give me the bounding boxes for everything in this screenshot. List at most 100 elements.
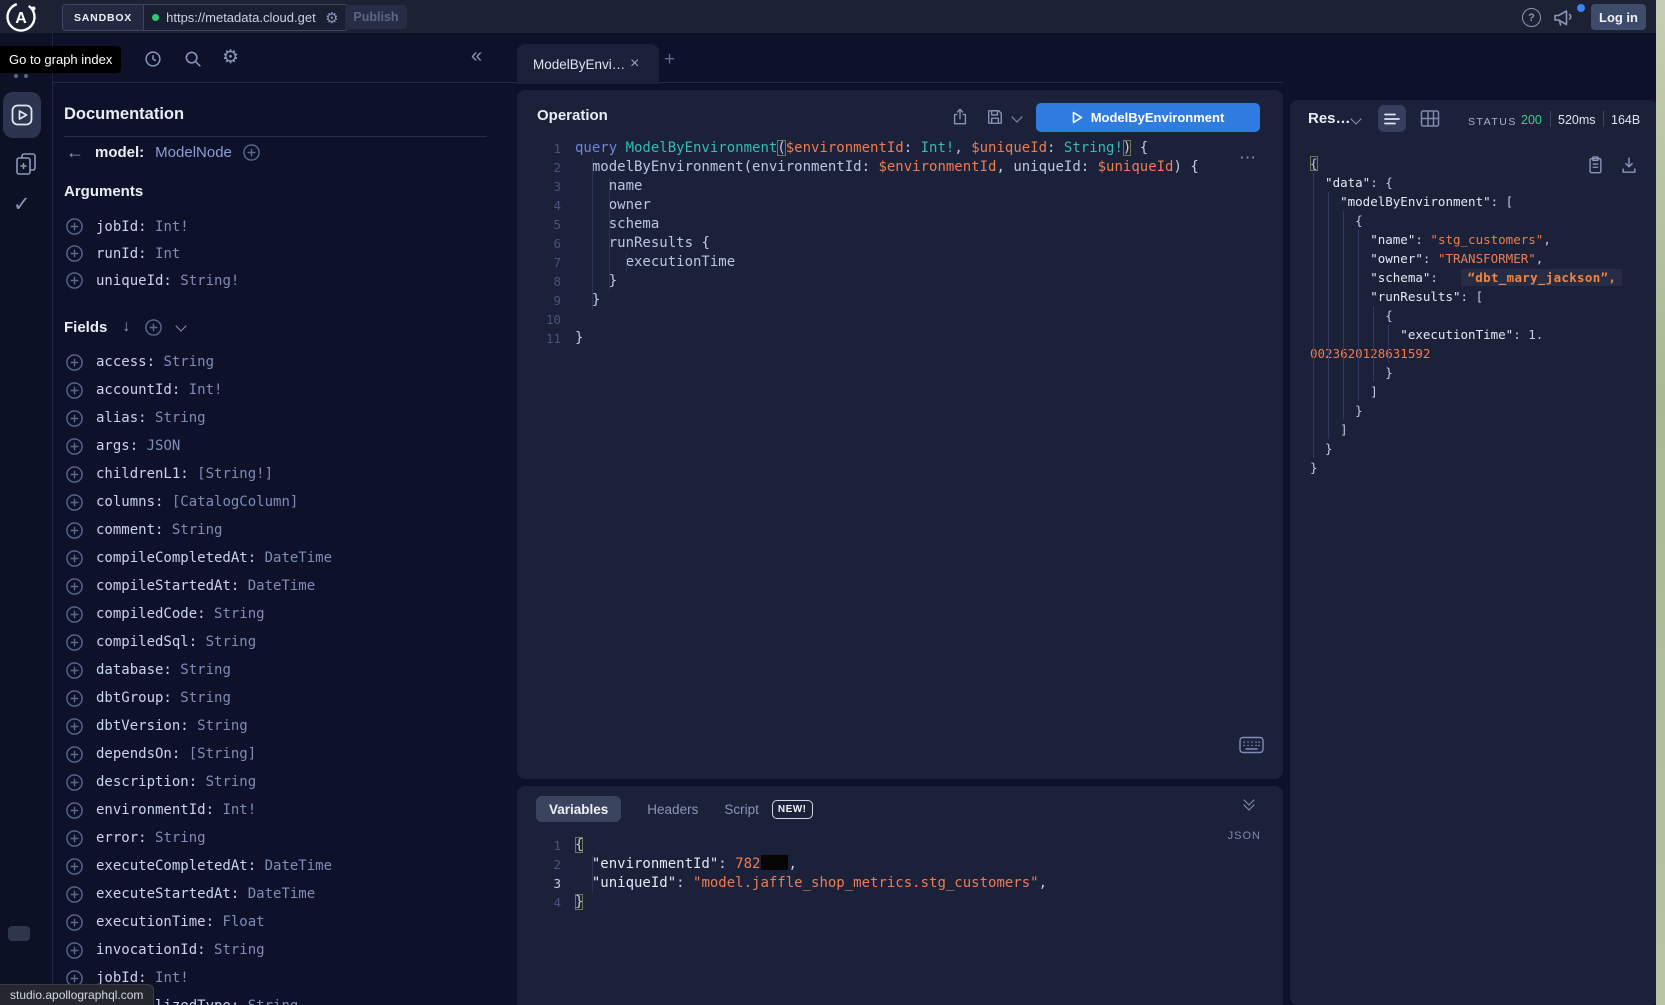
field-type[interactable]: Int! [155, 970, 189, 986]
field-type[interactable]: String [206, 634, 257, 650]
field-name[interactable]: environmentId: [96, 802, 214, 818]
code-line[interactable]: 4 owner [517, 196, 1283, 215]
field-name[interactable]: args: [96, 438, 138, 454]
field-type[interactable]: DateTime [265, 550, 332, 566]
code-line[interactable]: 1query ModelByEnvironment($environmentId… [517, 139, 1283, 158]
field-name[interactable]: runId: [96, 246, 147, 262]
search-icon[interactable] [182, 48, 204, 70]
code-line[interactable]: "runResults": [ [1290, 287, 1658, 306]
field-type[interactable]: [CatalogColumn] [172, 494, 298, 510]
field-type[interactable]: DateTime [248, 886, 315, 902]
field-name[interactable]: executeCompletedAt: [96, 858, 256, 874]
new-tab-icon[interactable]: + [664, 49, 675, 71]
code-line[interactable]: 10 [517, 310, 1283, 329]
field-type[interactable]: String! [180, 273, 239, 289]
code-line[interactable]: ] [1290, 382, 1658, 401]
field-name[interactable]: invocationId: [96, 942, 206, 958]
code-line[interactable]: "modelByEnvironment": [ [1290, 192, 1658, 211]
add-field-icon[interactable] [66, 942, 83, 959]
field-name[interactable]: uniqueId: [96, 273, 172, 289]
add-field-icon[interactable] [66, 466, 83, 483]
code-line[interactable]: } [1290, 363, 1658, 382]
operation-more-menu-icon[interactable]: ⋯ [1239, 148, 1257, 168]
code-line[interactable]: 2 modelByEnvironment(environmentId: $env… [517, 158, 1283, 177]
code-line[interactable]: 9 } [517, 291, 1283, 310]
save-menu-chevron-icon[interactable] [1011, 111, 1022, 122]
field-type[interactable]: String [248, 998, 299, 1005]
field-name[interactable]: jobId: [96, 219, 147, 235]
collapse-panel-double-chevron-icon[interactable] [1245, 799, 1253, 809]
field-name[interactable]: description: [96, 774, 197, 790]
add-to-query-icon[interactable] [243, 144, 260, 161]
code-line[interactable]: { [1290, 211, 1658, 230]
field-name[interactable]: columns: [96, 494, 163, 510]
code-line[interactable]: 2 "environmentId": 782, [517, 855, 1283, 874]
tab-headers[interactable]: Headers [647, 802, 698, 817]
field-type[interactable]: String [180, 662, 231, 678]
close-tab-icon[interactable]: × [630, 55, 639, 73]
code-line[interactable]: 0023620128631592 [1290, 344, 1658, 363]
field-name[interactable]: compileCompletedAt: [96, 550, 256, 566]
code-line[interactable]: 7 executionTime [517, 253, 1283, 272]
add-field-icon[interactable] [66, 662, 83, 679]
rail-bottom-icon[interactable] [8, 926, 30, 941]
checks-icon[interactable]: ✓ [13, 192, 31, 217]
code-line[interactable]: } [1290, 401, 1658, 420]
code-line[interactable]: "executionTime": 1. [1290, 325, 1658, 344]
endpoint-settings-gear-icon[interactable]: ⚙ [325, 9, 338, 27]
add-field-icon[interactable] [66, 438, 83, 455]
field-type[interactable]: DateTime [248, 578, 315, 594]
field-name[interactable]: childrenL1: [96, 466, 189, 482]
field-type[interactable]: String [163, 354, 214, 370]
field-type[interactable]: String [155, 410, 206, 426]
sidebar-item-explorer[interactable] [3, 92, 41, 138]
share-icon[interactable] [950, 106, 970, 128]
response-body[interactable]: { "data": { "modelByEnvironment": [ { "n… [1290, 154, 1658, 477]
field-type[interactable]: Int! [155, 219, 189, 235]
add-field-icon[interactable] [66, 245, 83, 262]
response-dropdown-chevron-icon[interactable] [1350, 113, 1361, 124]
code-line[interactable]: } [1290, 458, 1658, 477]
field-type[interactable]: Int [155, 246, 180, 262]
sort-descending-icon[interactable]: ↓ [122, 318, 130, 336]
add-field-icon[interactable] [66, 494, 83, 511]
code-line[interactable]: "data": { [1290, 173, 1658, 192]
add-field-icon[interactable] [66, 578, 83, 595]
add-field-icon[interactable] [66, 886, 83, 903]
code-line[interactable]: 6 runResults { [517, 234, 1283, 253]
field-name[interactable]: compiledSql: [96, 634, 197, 650]
field-name[interactable]: dependsOn: [96, 746, 180, 762]
endpoint-url-input[interactable]: https://metadata.cloud.get [166, 10, 318, 25]
add-field-icon[interactable] [66, 914, 83, 931]
field-name[interactable]: compiledCode: [96, 606, 206, 622]
field-name[interactable]: comment: [96, 522, 163, 538]
chevron-down-icon[interactable] [176, 320, 187, 331]
field-name[interactable]: alias: [96, 410, 147, 426]
publish-button[interactable]: Publish [345, 5, 407, 29]
code-line[interactable]: } [1290, 439, 1658, 458]
field-type[interactable]: JSON [147, 438, 181, 454]
add-field-icon[interactable] [66, 410, 83, 427]
variables-editor[interactable]: 1{2 "environmentId": 782,3 "uniqueId": "… [517, 836, 1283, 912]
run-operation-button[interactable]: ModelByEnvironment [1036, 103, 1260, 132]
code-line[interactable]: 5 schema [517, 215, 1283, 234]
add-field-icon[interactable] [66, 690, 83, 707]
sidebar-item-operation-collection[interactable] [13, 151, 39, 177]
field-type[interactable]: Int! [222, 802, 256, 818]
field-type[interactable]: String [214, 606, 265, 622]
field-name[interactable]: compileStartedAt: [96, 578, 239, 594]
field-type[interactable]: [String] [189, 746, 256, 762]
help-icon[interactable]: ? [1522, 8, 1541, 27]
code-line[interactable]: 11} [517, 329, 1283, 348]
field-type[interactable]: String [155, 830, 206, 846]
field-type[interactable]: String [197, 718, 248, 734]
code-line[interactable]: 8 } [517, 272, 1283, 291]
field-type[interactable]: String [214, 942, 265, 958]
keyboard-shortcuts-icon[interactable] [1239, 736, 1264, 754]
add-field-icon[interactable] [66, 550, 83, 567]
field-type[interactable]: Float [222, 914, 264, 930]
code-line[interactable]: 1{ [517, 836, 1283, 855]
add-all-fields-icon[interactable] [145, 319, 162, 336]
code-line[interactable]: ] [1290, 420, 1658, 439]
field-name[interactable]: database: [96, 662, 172, 678]
